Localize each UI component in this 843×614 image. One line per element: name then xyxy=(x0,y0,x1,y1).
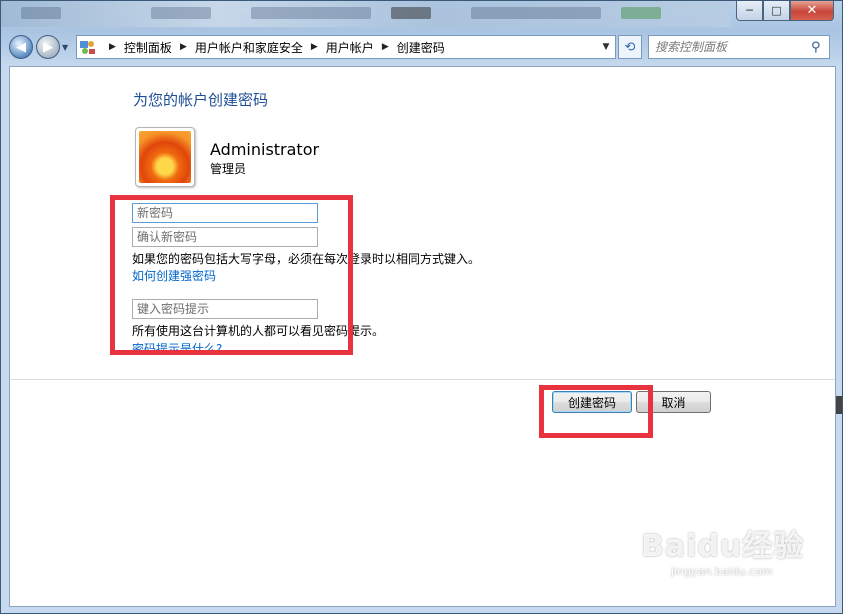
user-picture xyxy=(139,131,191,183)
strong-password-link[interactable]: 如何创建强密码 xyxy=(132,267,216,284)
confirm-password-field[interactable] xyxy=(132,227,318,247)
new-password-field[interactable] xyxy=(132,203,318,223)
address-dropdown-icon[interactable]: ▼ xyxy=(597,42,615,52)
recent-pages-dropdown-icon[interactable]: ▼ xyxy=(62,43,72,52)
back-arrow-icon[interactable]: ◀ xyxy=(9,35,33,59)
cancel-button[interactable]: 取消 xyxy=(636,391,711,413)
window-frame: ─ □ ✕ ◀ ▶ ▼ ▶ 控制面板 ▶ 用户帐户和家庭安全 ▶ 用户帐户 ▶ … xyxy=(0,0,843,614)
create-password-button[interactable]: 创建密码 xyxy=(552,391,632,413)
watermark: Baidu经验 jingyan.baidu.com xyxy=(641,521,804,578)
close-button[interactable]: ✕ xyxy=(790,1,834,21)
minimize-button[interactable]: ─ xyxy=(736,1,763,21)
password-hint-field[interactable] xyxy=(132,299,318,319)
edge-marker xyxy=(836,396,842,414)
maximize-button[interactable]: □ xyxy=(763,1,790,21)
forward-arrow-icon[interactable]: ▶ xyxy=(36,35,60,59)
avatar xyxy=(135,127,195,187)
breadcrumb-separator-icon: ▶ xyxy=(179,42,187,52)
breadcrumb-control-panel[interactable]: 控制面板 xyxy=(124,39,172,56)
address-bar[interactable]: ▶ 控制面板 ▶ 用户帐户和家庭安全 ▶ 用户帐户 ▶ 创建密码 ▼ xyxy=(76,35,616,59)
search-box[interactable]: ⚲ xyxy=(648,35,830,59)
password-hint-help-link[interactable]: 密码提示是什么? xyxy=(132,340,222,357)
breadcrumb-separator-icon: ▶ xyxy=(109,42,116,52)
user-role: 管理员 xyxy=(210,162,247,176)
watermark-url: jingyan.baidu.com xyxy=(671,565,773,578)
page-title: 为您的帐户创建密码 xyxy=(133,91,269,109)
breadcrumb-user-accounts[interactable]: 用户帐户 xyxy=(326,39,374,56)
breadcrumb-separator-icon: ▶ xyxy=(310,42,318,52)
user-name: Administrator xyxy=(210,140,320,159)
watermark-brand: Baidu经验 xyxy=(641,529,805,564)
caption-buttons: ─ □ ✕ xyxy=(736,1,834,21)
breadcrumb: ▶ 控制面板 ▶ 用户帐户和家庭安全 ▶ 用户帐户 ▶ 创建密码 xyxy=(101,39,445,56)
divider xyxy=(10,379,835,380)
search-input[interactable] xyxy=(655,40,811,54)
breadcrumb-user-accounts-family[interactable]: 用户帐户和家庭安全 xyxy=(195,39,303,56)
breadcrumb-create-password[interactable]: 创建密码 xyxy=(397,39,445,56)
breadcrumb-separator-icon: ▶ xyxy=(381,42,389,52)
control-panel-icon xyxy=(80,41,95,54)
blurred-title-strip xyxy=(1,1,731,27)
case-sensitivity-note: 如果您的密码包括大写字母，必须在每次登录时以相同方式键入。 xyxy=(132,252,481,266)
search-icon[interactable]: ⚲ xyxy=(811,40,829,55)
navigation-bar: ◀ ▶ ▼ ▶ 控制面板 ▶ 用户帐户和家庭安全 ▶ 用户帐户 ▶ 创建密码 ▼… xyxy=(9,33,834,61)
refresh-icon[interactable]: ⟲ xyxy=(618,35,642,59)
hint-visibility-note: 所有使用这台计算机的人都可以看见密码提示。 xyxy=(132,324,385,338)
